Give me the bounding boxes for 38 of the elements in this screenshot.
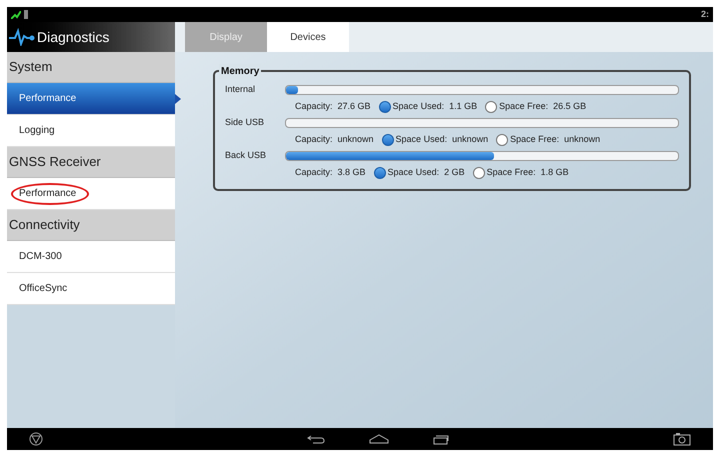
- drive-label: Side USB: [225, 116, 266, 130]
- tab[interactable]: Devices: [267, 22, 349, 52]
- camera-icon[interactable]: [673, 432, 691, 446]
- drive-label: Back USB: [225, 149, 268, 162]
- free-text: Space Free: 1.8 GB: [486, 166, 569, 179]
- panel-title: Memory: [219, 64, 262, 79]
- sidebar-item[interactable]: Performance: [7, 178, 175, 210]
- home-icon[interactable]: [369, 434, 389, 444]
- used-text: Space Used: 2 GB: [388, 166, 465, 179]
- sidebar-item[interactable]: OfficeSync: [7, 273, 175, 305]
- free-text: Space Free: unknown: [510, 132, 600, 146]
- capacity-text: Capacity: 27.6 GB: [295, 100, 371, 113]
- radio-button[interactable]: [378, 100, 391, 112]
- radio-button[interactable]: [374, 166, 386, 178]
- back-icon[interactable]: [307, 434, 325, 444]
- free-text: Space Free: 26.5 GB: [499, 100, 586, 113]
- pulse-icon: [9, 28, 35, 46]
- section-header: GNSS Receiver: [7, 147, 175, 178]
- capacity-text: Capacity: unknown: [295, 132, 374, 146]
- section-header: System: [7, 52, 175, 83]
- radio-button[interactable]: [496, 134, 508, 146]
- capacity-text: Capacity: 3.8 GB: [295, 166, 366, 179]
- radio-button[interactable]: [485, 100, 498, 112]
- pointer-icon: [175, 94, 181, 104]
- radio-button[interactable]: [472, 166, 485, 178]
- sidebar-item[interactable]: DCM-300: [7, 241, 175, 273]
- signal-icon: [11, 10, 21, 18]
- drive-label: Internal: [225, 83, 256, 96]
- radio-button[interactable]: [382, 134, 394, 146]
- battery-icon: [24, 10, 28, 19]
- app-title: Diagnostics: [37, 28, 110, 47]
- used-text: Space Used: 1.1 GB: [392, 100, 478, 113]
- shield-icon[interactable]: [29, 432, 43, 446]
- clock-text: 2:: [700, 8, 709, 21]
- used-text: Space Used: unknown: [396, 132, 488, 146]
- sidebar-item[interactable]: Logging: [7, 115, 175, 147]
- section-header: Connectivity: [7, 210, 175, 241]
- recent-apps-icon[interactable]: [433, 434, 449, 444]
